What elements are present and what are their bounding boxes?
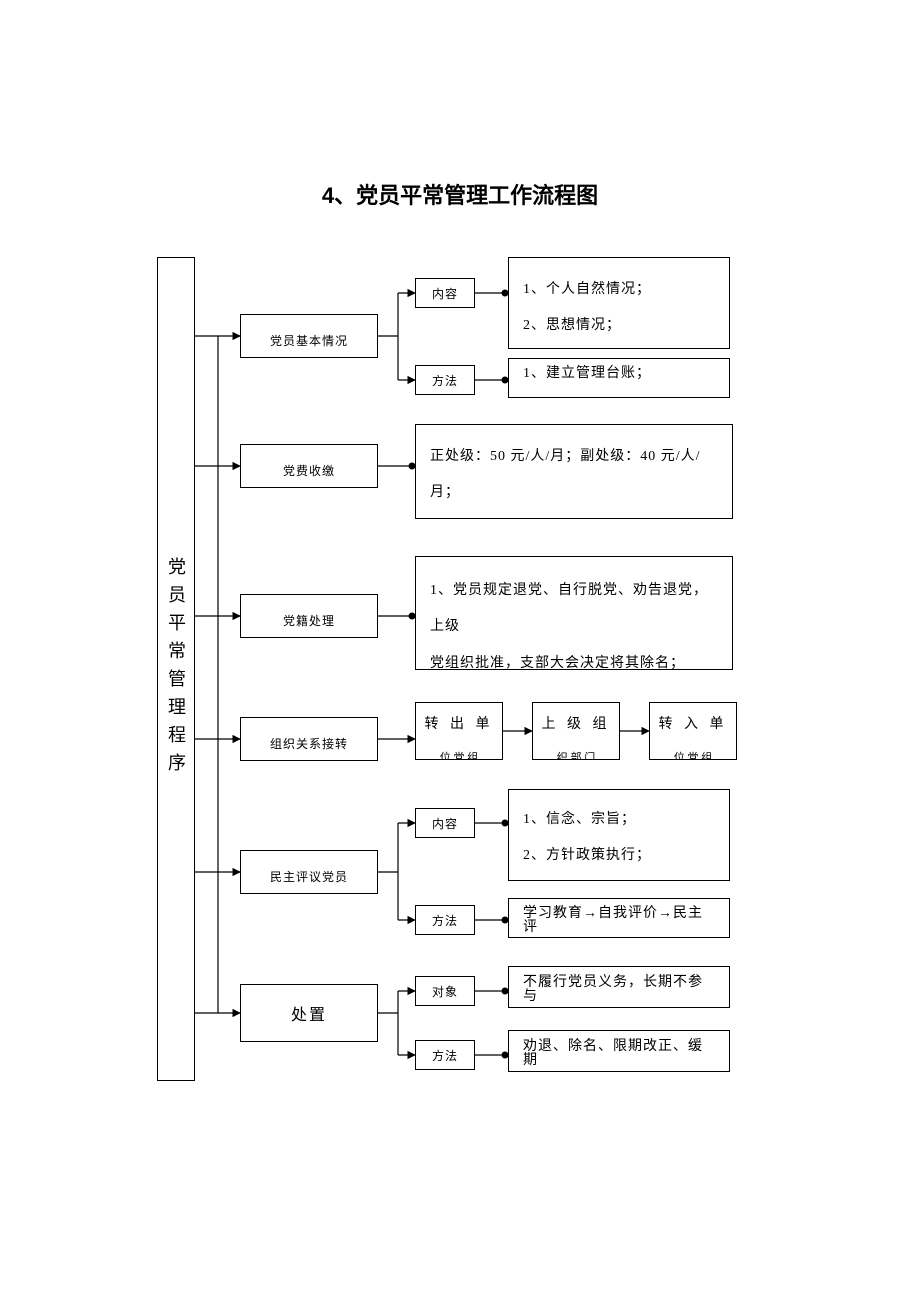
transfer-in: 转 入 单 位 党 组 — [649, 702, 737, 760]
transfer-up-line2: 织 部 门 — [533, 749, 619, 760]
sub-b6-target: 对象 — [415, 976, 475, 1006]
branch-dispose-label: 处置 — [241, 985, 377, 1041]
sub-b1-method: 方法 — [415, 365, 475, 395]
sub-b6-target-label: 对象 — [416, 977, 474, 1005]
detail-review-method: 学习教育→自我评价→民主评 — [508, 898, 730, 938]
transfer-out: 转 出 单 位 党 组 — [415, 702, 503, 760]
sub-b1-content: 内容 — [415, 278, 475, 308]
sub-b6-method-label: 方法 — [416, 1041, 474, 1069]
branch-membership-label: 党籍处理 — [241, 595, 377, 637]
branch-transfer-label: 组织关系接转 — [241, 718, 377, 760]
sub-b5-content-label: 内容 — [416, 809, 474, 837]
branch-transfer: 组织关系接转 — [240, 717, 378, 761]
branch-dues: 党费收缴 — [240, 444, 378, 488]
transfer-up-line1: 上 级 组 — [533, 713, 619, 733]
detail-membership: 1、党员规定退党、自行脱党、劝告退党，上级 党组织批准，支部大会决定将其除名； — [415, 556, 733, 670]
page-title: 4、党员平常管理工作流程图 — [0, 178, 920, 210]
transfer-in-line1: 转 入 单 — [650, 713, 736, 733]
detail-review-content: 1、信念、宗旨； 2、方针政策执行； — [508, 789, 730, 881]
detail-dispose-method-line: 劝退、除名、限期改正、缓期 — [523, 1040, 715, 1068]
root-label: 党员平常管理程序 — [158, 258, 194, 1080]
detail-dues: 正处级：50 元/人/月；副处级：40 元/人/月； 助理级：30 元/人/月；… — [415, 424, 733, 519]
diagram-page: 4、党员平常管理工作流程图 党员平常管理程序 党员基本情况 内容 方法 1、个人… — [0, 0, 920, 1302]
branch-review-label: 民主评议党员 — [241, 851, 377, 893]
b3-conn — [378, 613, 416, 620]
detail-dispose-target: 不履行党员义务，长期不参与 — [508, 966, 730, 1008]
branch-basic-info-label: 党员基本情况 — [241, 315, 377, 357]
detail-dues-line2: 助理级：30 元/人/月；正科级：25 元/人/月； — [430, 512, 718, 519]
detail-membership-line2: 党组织批准，支部大会决定将其除名； — [430, 646, 718, 670]
detail-review-line1: 1、信念、宗旨； — [523, 802, 715, 838]
branch-membership: 党籍处理 — [240, 594, 378, 638]
branch-dues-label: 党费收缴 — [241, 445, 377, 487]
detail-dispose-target-line: 不履行党员义务，长期不参与 — [523, 976, 715, 1004]
branch-review: 民主评议党员 — [240, 850, 378, 894]
b2-conn — [378, 463, 416, 470]
root-connector-group — [195, 336, 240, 1013]
sub-b1-method-label: 方法 — [416, 366, 474, 394]
sub-b1-content-label: 内容 — [416, 279, 474, 307]
branch-dispose: 处置 — [240, 984, 378, 1042]
transfer-in-line2: 位 党 组 — [650, 749, 736, 760]
sub-b5-method-label: 方法 — [416, 906, 474, 934]
branch-basic-info: 党员基本情况 — [240, 314, 378, 358]
detail-b1-line2: 2、思想情况； — [523, 308, 715, 344]
detail-b1-method: 1、建立管理台账； — [508, 358, 730, 398]
detail-review-method-line: 学习教育→自我评价→民主评 — [523, 907, 715, 935]
detail-b1-line1: 1、个人自然情况； — [523, 272, 715, 308]
sub-b6-method: 方法 — [415, 1040, 475, 1070]
root-box: 党员平常管理程序 — [157, 257, 195, 1081]
detail-b1-content: 1、个人自然情况； 2、思想情况； — [508, 257, 730, 349]
detail-review-line2: 2、方针政策执行； — [523, 838, 715, 874]
transfer-out-line2: 位 党 组 — [416, 749, 502, 760]
transfer-out-line1: 转 出 单 — [416, 713, 502, 733]
sub-b5-method: 方法 — [415, 905, 475, 935]
sub-b5-content: 内容 — [415, 808, 475, 838]
detail-dues-line1: 正处级：50 元/人/月；副处级：40 元/人/月； — [430, 439, 718, 512]
detail-b1-method-line: 1、建立管理台账； — [523, 367, 715, 381]
detail-membership-line1: 1、党员规定退党、自行脱党、劝告退党，上级 — [430, 573, 718, 646]
transfer-up: 上 级 组 织 部 门 — [532, 702, 620, 760]
detail-dispose-method: 劝退、除名、限期改正、缓期 — [508, 1030, 730, 1072]
